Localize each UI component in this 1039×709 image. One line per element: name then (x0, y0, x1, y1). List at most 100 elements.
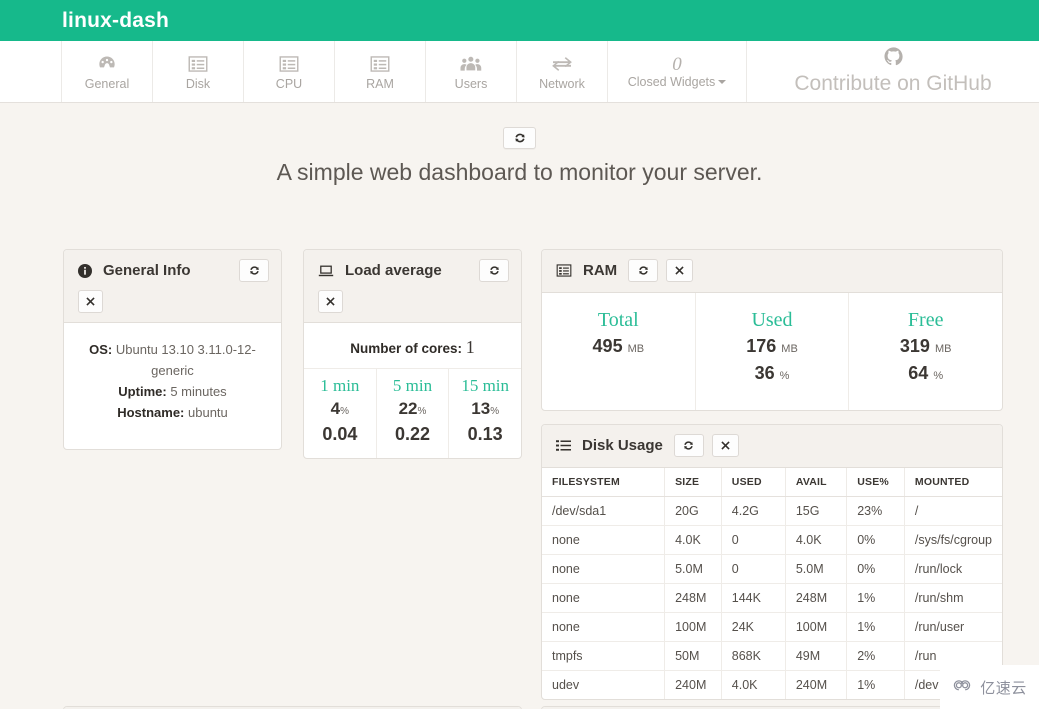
load-percent: 13% (449, 397, 521, 423)
list-alt-icon (279, 53, 299, 75)
col-size: SIZE (665, 468, 722, 497)
load-columns: 1 min 4% 0.04 5 min 22% 0.22 15 min 13% … (304, 368, 521, 458)
panel-close-button[interactable] (318, 290, 343, 313)
intro-section: A simple web dashboard to monitor your s… (0, 103, 1039, 186)
ram-columns: Total 495 MB Used 176 MB 36 % Free 319 M… (542, 293, 1002, 410)
load-label: 15 min (449, 375, 521, 397)
nav-item-network[interactable]: Network (517, 41, 608, 102)
row-label: OS: (89, 342, 112, 357)
panel-refresh-button[interactable] (479, 259, 509, 282)
row-value: ubuntu (188, 405, 228, 420)
nav-item-label: CPU (276, 77, 302, 91)
page-tagline: A simple web dashboard to monitor your s… (0, 159, 1039, 186)
list-alt-icon (188, 53, 208, 75)
general-info-row: Hostname: ubuntu (76, 402, 269, 423)
load-percent: 4% (304, 397, 376, 423)
panel-body: OS: Ubuntu 13.10 3.11.0-12-generic Uptim… (64, 323, 281, 449)
app-root: linux-dash General Disk CPU RA (0, 0, 1039, 709)
disk-usage-table: FILESYSTEM SIZE USED AVAIL USE% MOUNTED … (542, 468, 1002, 699)
table-header-row: FILESYSTEM SIZE USED AVAIL USE% MOUNTED (542, 468, 1002, 497)
panel-close-button[interactable] (712, 434, 739, 457)
cloud-icon (952, 677, 976, 697)
panel-general-info: General Info OS: Ubuntu 13.10 3.11.0-12-… (63, 249, 282, 450)
ram-column-used: Used 176 MB 36 % (696, 293, 850, 410)
panel-header: General Info (64, 250, 281, 323)
watermark-text: 亿速云 (980, 677, 1027, 698)
nav-item-label: General (85, 77, 129, 91)
nav-item-ram[interactable]: RAM (335, 41, 426, 102)
load-label: 1 min (304, 375, 376, 397)
general-info-row: OS: Ubuntu 13.10 3.11.0-12-generic (76, 339, 269, 381)
nav-item-general[interactable]: General (62, 41, 153, 102)
load-value: 0.04 (304, 423, 376, 446)
col-filesystem: FILESYSTEM (542, 468, 665, 497)
cores-label: Number of cores: (350, 341, 462, 356)
cores-value: 1 (466, 337, 475, 357)
panel-header: Load average (304, 250, 521, 323)
row-label: Uptime: (118, 384, 166, 399)
panel-close-button[interactable] (666, 259, 693, 282)
ram-column-total: Total 495 MB (542, 293, 696, 410)
table-row: none100M24K100M1%/run/user (542, 613, 1002, 642)
users-icon (460, 53, 482, 75)
close-icon (720, 440, 731, 451)
nav-item-label: Network (539, 77, 585, 91)
list-alt-icon (556, 264, 572, 277)
nav-item-users[interactable]: Users (426, 41, 517, 102)
ram-label: Free (849, 307, 1002, 334)
panel-refresh-button[interactable] (674, 434, 704, 457)
panel-header: RAM (542, 250, 1002, 293)
ram-percent: 64 % (849, 361, 1002, 388)
panel-close-button[interactable] (78, 290, 103, 313)
load-label: 5 min (377, 375, 449, 397)
list-icon (556, 439, 571, 452)
ram-percent: 36 % (696, 361, 849, 388)
ram-column-free: Free 319 MB 64 % (849, 293, 1002, 410)
panel-disk-usage: Disk Usage FILESYSTEM SIZE USED (541, 424, 1003, 700)
panel-ram: RAM Total 495 MB Used (541, 249, 1003, 411)
list-alt-icon (370, 53, 390, 75)
panel-title: Load average (345, 262, 442, 279)
col-usepct: USE% (847, 468, 905, 497)
row-value: 5 minutes (170, 384, 226, 399)
nav-item-cpu[interactable]: CPU (244, 41, 335, 102)
ram-amount: 176 MB (696, 334, 849, 361)
cores-line: Number of cores: 1 (304, 323, 521, 368)
brand-title: linux-dash (0, 9, 169, 33)
nav-item-disk[interactable]: Disk (153, 41, 244, 102)
ram-label: Used (696, 307, 849, 334)
panel-title: Disk Usage (582, 437, 663, 454)
panel-refresh-button[interactable] (239, 259, 269, 282)
nav-item-label: Disk (186, 77, 210, 91)
nav-item-label: RAM (366, 77, 394, 91)
panel-body: Total 495 MB Used 176 MB 36 % Free 319 M… (542, 293, 1002, 410)
load-percent: 22% (377, 397, 449, 423)
global-refresh-button[interactable] (503, 127, 536, 149)
load-column: 1 min 4% 0.04 (304, 369, 377, 458)
panel-load-average: Load average Number of cores: 1 (303, 249, 522, 459)
row-label: Hostname: (117, 405, 184, 420)
refresh-icon (488, 264, 501, 277)
panel-refresh-button[interactable] (628, 259, 658, 282)
refresh-icon (248, 264, 261, 277)
github-link[interactable]: Contribute on GitHub (747, 41, 1039, 102)
close-icon (674, 265, 685, 276)
load-value: 0.13 (449, 423, 521, 446)
laptop-icon (318, 264, 334, 278)
dashboard-icon (97, 53, 117, 75)
panel-title: RAM (583, 262, 617, 279)
load-value: 0.22 (377, 423, 449, 446)
table-row: /dev/sda120G4.2G15G23%/ (542, 497, 1002, 526)
nav-item-closed-widgets[interactable]: 0 Closed Widgets (608, 41, 747, 102)
info-circle-icon (78, 264, 92, 278)
panel-title: General Info (103, 262, 191, 279)
table-row: tmpfs50M868K49M2%/run (542, 642, 1002, 671)
ram-label: Total (542, 307, 695, 334)
general-info-list: OS: Ubuntu 13.10 3.11.0-12-generic Uptim… (64, 323, 281, 449)
col-avail: AVAIL (785, 468, 846, 497)
close-icon (85, 296, 96, 307)
ram-amount: 495 MB (542, 334, 695, 361)
closed-widgets-label: Closed Widgets (628, 75, 727, 89)
table-row: none4.0K04.0K0%/sys/fs/cgroup (542, 526, 1002, 555)
panel-header: Disk Usage (542, 425, 1002, 468)
